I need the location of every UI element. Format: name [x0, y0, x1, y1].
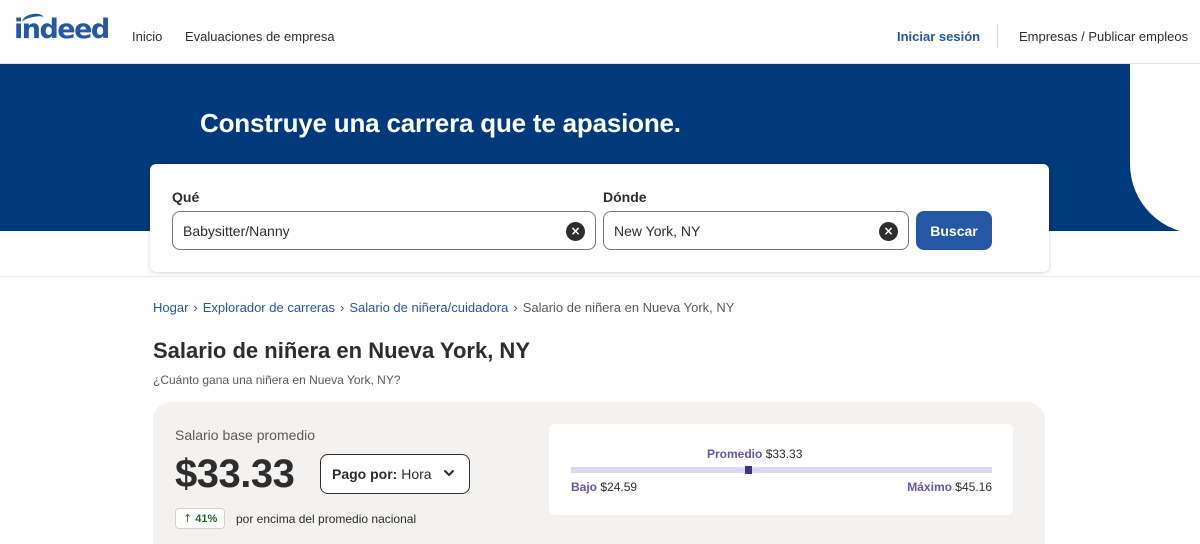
- clear-what-icon[interactable]: ×: [566, 222, 585, 241]
- breadcrumb-separator-icon: ›: [340, 300, 345, 315]
- pay-period-label: Pago por:: [332, 466, 398, 482]
- range-high: Máximo $45.16: [907, 480, 992, 494]
- breadcrumb-separator-icon: ›: [193, 300, 198, 315]
- breadcrumb-current: Salario de niñera en Nueva York, NY: [522, 300, 735, 315]
- section-divider: [0, 276, 1200, 277]
- average-base-salary-label: Salario base promedio: [175, 427, 316, 443]
- top-navigation-bar: indeed Inicio Evaluaciones de empresa In…: [0, 0, 1200, 64]
- breadcrumb-link-nanny-salary[interactable]: Salario de niñera/cuidadora: [349, 300, 508, 315]
- where-label: Dónde: [603, 189, 647, 205]
- average-marker: [744, 466, 752, 474]
- salary-range-bar: [571, 466, 992, 474]
- comparison-badge: ↑ 41%: [175, 508, 226, 529]
- pay-period-select[interactable]: Pago por: Hora: [320, 454, 470, 494]
- what-field: ×: [172, 211, 596, 250]
- nav-divider: [997, 24, 998, 48]
- nav-home-link[interactable]: Inicio: [132, 29, 162, 44]
- comparison-text: por encima del promedio nacional: [236, 512, 417, 526]
- hero-title: Construye una carrera que te apasione.: [200, 108, 681, 138]
- range-average-value: $33.33: [765, 447, 803, 461]
- range-low-value: $24.59: [600, 480, 638, 494]
- salary-summary-panel: Salario base promedio $33.33 Pago por: H…: [153, 402, 1045, 544]
- nav-company-reviews-link[interactable]: Evaluaciones de empresa: [185, 29, 335, 44]
- arrow-up-icon: ↑: [183, 512, 193, 525]
- range-high-value: $45.16: [955, 480, 992, 494]
- range-average-label: Promedio: [707, 447, 763, 461]
- search-button[interactable]: Buscar: [916, 211, 992, 250]
- job-search-form: Qué × Dónde × Buscar: [150, 164, 1049, 272]
- salary-range-card: Promedio $33.33 Bajo $24.59 Máximo $45.1…: [549, 424, 1013, 515]
- what-input[interactable]: [183, 212, 555, 249]
- breadcrumb: Hogar › Explorador de carreras › Salario de …: [153, 300, 734, 315]
- hero-decorative-curve: [1130, 64, 1200, 231]
- page-title: Salario de niñera en Nueva York, NY: [153, 338, 530, 363]
- where-field: ×: [603, 211, 909, 250]
- range-low: Bajo $24.59: [571, 480, 637, 494]
- comparison-percent: 41%: [195, 513, 218, 525]
- average-salary-amount: $33.33: [175, 452, 295, 496]
- employers-post-job-link[interactable]: Empresas / Publicar empleos: [1019, 29, 1188, 44]
- breadcrumb-link-home[interactable]: Hogar: [153, 300, 188, 315]
- sign-in-link[interactable]: Iniciar sesión: [897, 29, 980, 44]
- where-input[interactable]: [614, 212, 868, 249]
- range-average: Promedio $33.33: [707, 447, 802, 461]
- range-low-label: Bajo: [571, 480, 598, 494]
- clear-where-icon[interactable]: ×: [879, 222, 898, 241]
- chevron-down-icon: [443, 455, 455, 507]
- page-subtitle: ¿Cuánto gana una niñera en Nueva York, N…: [153, 373, 401, 387]
- range-high-label: Máximo: [907, 480, 952, 494]
- breadcrumb-separator-icon: ›: [513, 300, 518, 315]
- what-label: Qué: [172, 189, 200, 205]
- breadcrumb-link-career-explorer[interactable]: Explorador de carreras: [203, 300, 335, 315]
- pay-period-value: Hora: [401, 466, 432, 482]
